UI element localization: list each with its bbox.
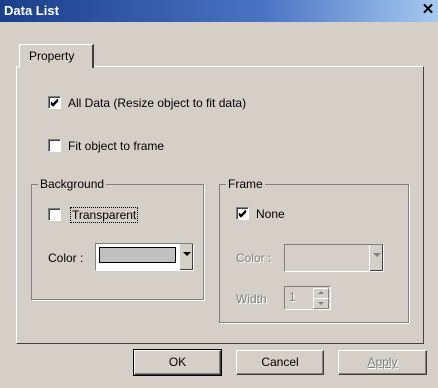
all-data-label: All Data (Resize object to fit data) bbox=[68, 96, 247, 110]
all-data-checkbox[interactable] bbox=[48, 96, 61, 109]
frame-none-checkbox[interactable] bbox=[236, 207, 249, 220]
close-icon[interactable]: ✕ bbox=[420, 2, 436, 18]
spin-down-icon[interactable] bbox=[313, 298, 329, 309]
tab-property[interactable]: Property bbox=[19, 44, 94, 68]
cancel-button[interactable]: Cancel bbox=[236, 350, 324, 375]
ok-button-label: OK bbox=[168, 355, 187, 369]
window-title: Data List bbox=[4, 3, 59, 18]
transparent-label: Transparent bbox=[70, 207, 139, 223]
apply-button-label: Apply bbox=[367, 355, 398, 369]
ok-button[interactable]: OK bbox=[133, 349, 222, 376]
cancel-button-label: Cancel bbox=[261, 355, 299, 369]
transparent-checkbox[interactable] bbox=[48, 208, 61, 221]
background-group-title: Background bbox=[38, 177, 107, 191]
apply-button[interactable]: Apply bbox=[338, 350, 427, 375]
background-color-picker[interactable] bbox=[95, 243, 194, 271]
checkmark-icon bbox=[50, 98, 59, 107]
fit-object-checkbox[interactable] bbox=[48, 139, 61, 152]
dropdown-arrow-icon[interactable] bbox=[369, 245, 383, 271]
frame-width-label: Width bbox=[236, 292, 267, 306]
checkmark-icon bbox=[238, 209, 247, 218]
frame-color-picker[interactable] bbox=[284, 244, 384, 272]
title-bar: Data List ✕ bbox=[0, 0, 438, 22]
frame-color-label: Color : bbox=[236, 251, 272, 265]
color-swatch bbox=[99, 247, 176, 263]
background-group bbox=[31, 184, 204, 300]
dropdown-arrow-icon[interactable] bbox=[179, 244, 193, 270]
tab-property-label: Property bbox=[29, 49, 75, 63]
background-color-label: Color : bbox=[48, 251, 84, 265]
fit-object-label: Fit object to frame bbox=[68, 139, 165, 153]
frame-group-title: Frame bbox=[226, 177, 265, 191]
frame-width-spinner[interactable]: 1 bbox=[284, 286, 331, 310]
frame-none-label: None bbox=[256, 207, 285, 221]
frame-width-value: 1 bbox=[289, 290, 296, 304]
